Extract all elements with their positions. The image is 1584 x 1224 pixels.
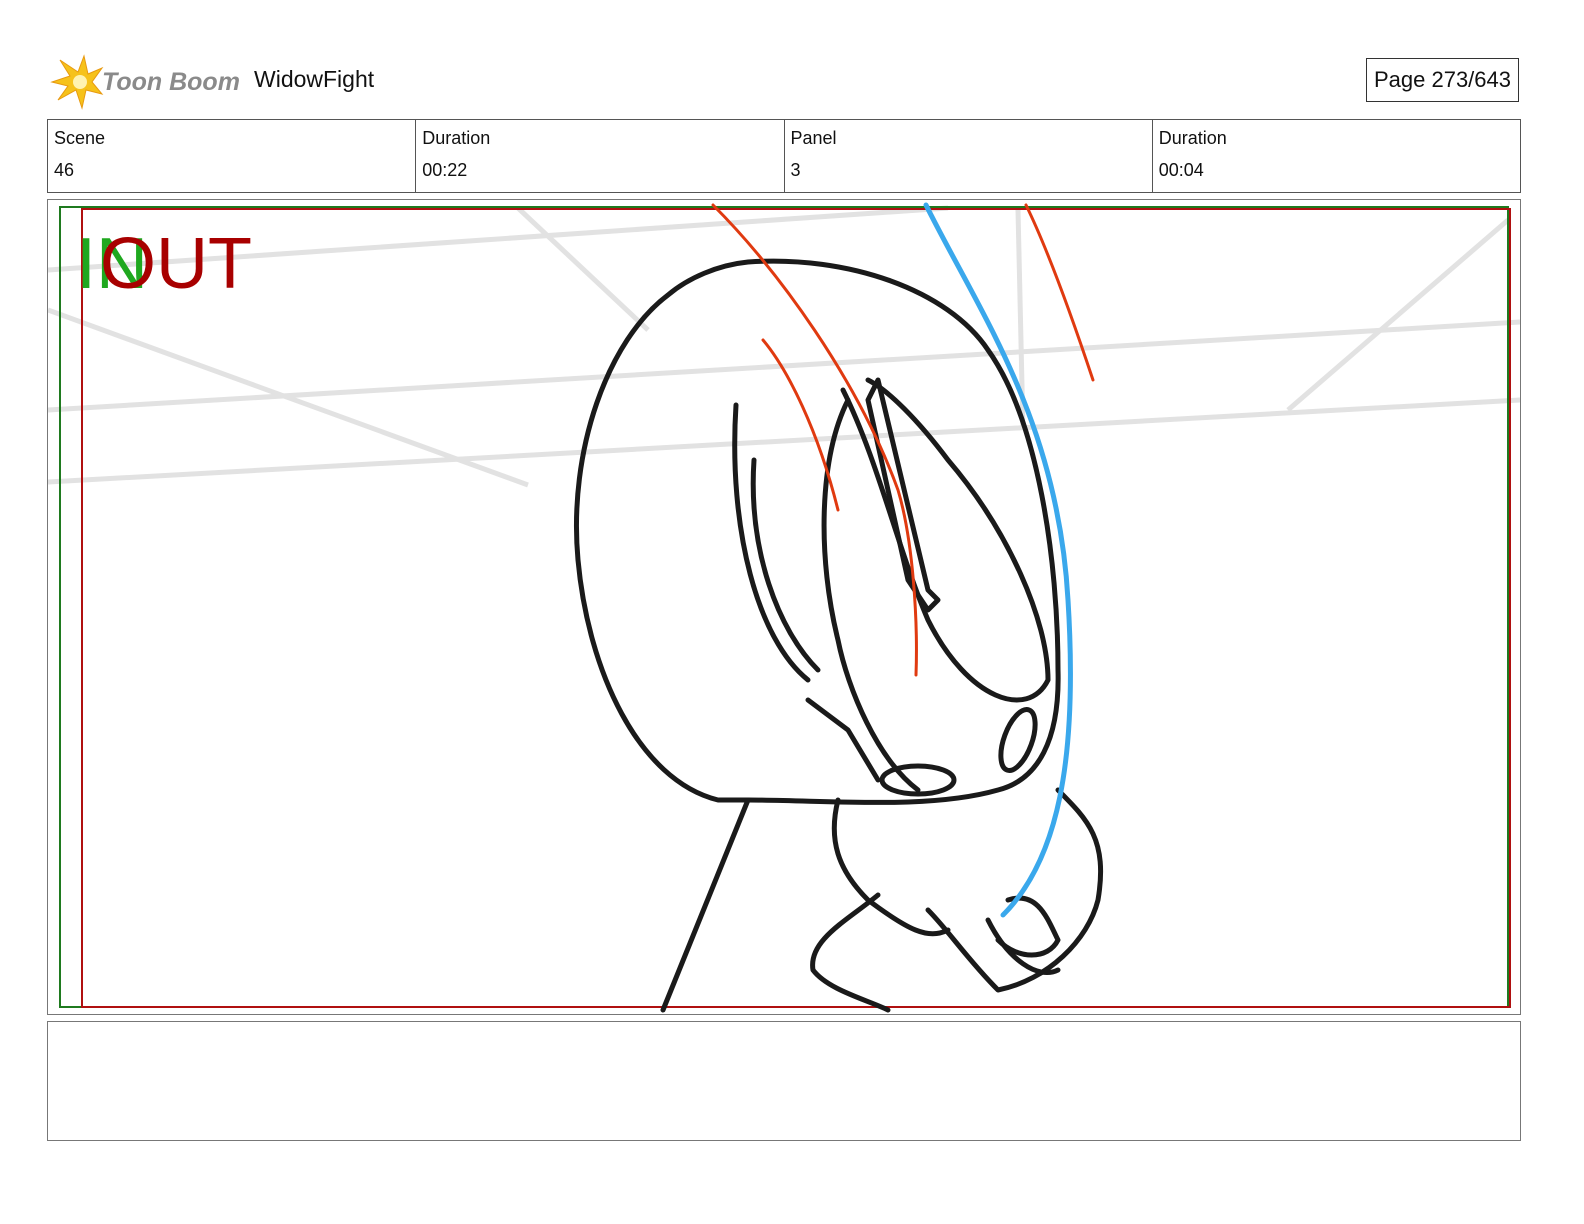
panel-duration-value: 00:04 <box>1158 160 1204 180</box>
background-lines <box>48 205 1520 488</box>
in-frame-border <box>59 206 1509 1008</box>
scene-cell: Scene 46 <box>48 120 417 192</box>
project-title: WidowFight <box>254 66 375 92</box>
scene-value: 46 <box>54 160 75 180</box>
panel-duration-label: Duration <box>1158 128 1227 148</box>
out-marker: OUT <box>100 224 252 304</box>
logo-star-icon: Toon Boom <box>50 54 240 110</box>
storyboard-panel: IN OUT <box>47 199 1521 1015</box>
info-table: Scene 46 Duration 00:22 Panel 3 Duration… <box>47 119 1521 193</box>
toon-boom-logo: Toon Boom <box>50 54 240 110</box>
panel-duration-cell: Duration 00:04 <box>1153 120 1520 192</box>
panel-cell: Panel 3 <box>785 120 1153 192</box>
out-frame-border <box>81 208 1511 1008</box>
scene-duration-label: Duration <box>422 128 491 148</box>
scene-duration-value: 00:22 <box>422 160 468 180</box>
panel-label: Panel <box>790 128 837 148</box>
panel-sketch <box>48 202 1520 1013</box>
scene-label: Scene <box>54 128 106 148</box>
panel-value: 3 <box>790 160 801 180</box>
page-indicator: Page 273/643 <box>1366 58 1519 102</box>
panel-notes <box>47 1021 1521 1141</box>
scene-duration-cell: Duration 00:22 <box>416 120 785 192</box>
logo-text: Toon Boom <box>102 68 240 96</box>
